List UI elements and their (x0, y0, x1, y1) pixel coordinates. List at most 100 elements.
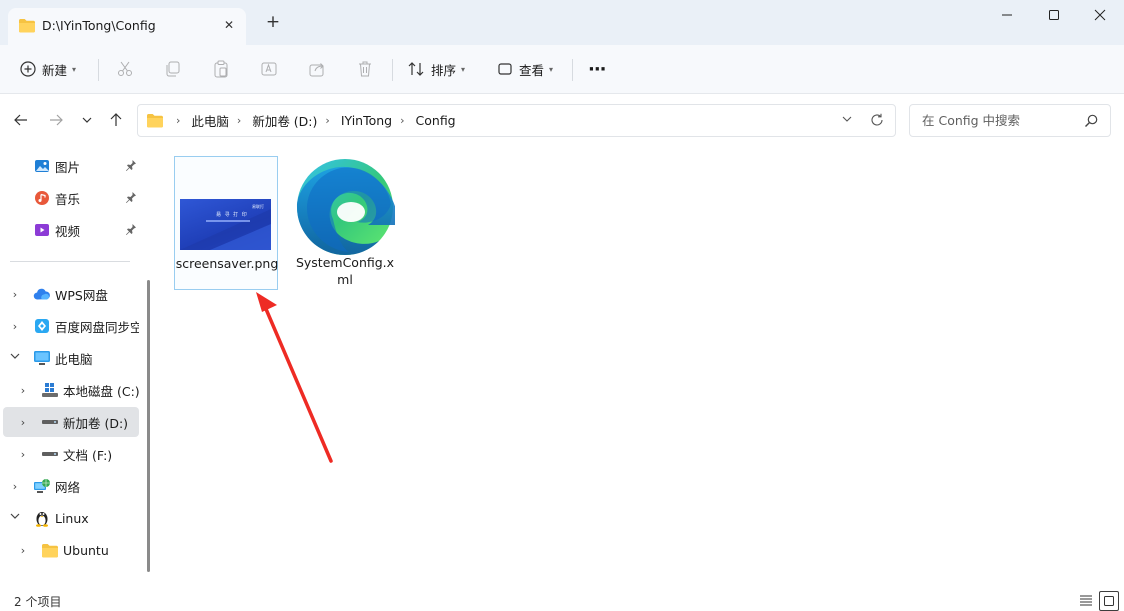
search-input[interactable] (920, 112, 1084, 129)
view-icon (498, 63, 512, 75)
minimize-button[interactable] (984, 0, 1030, 30)
new-tab-button[interactable]: + (262, 12, 284, 34)
folder-icon (18, 18, 36, 36)
pin-icon[interactable] (125, 223, 137, 238)
sidebar-item-network[interactable]: › 网络 (3, 471, 139, 501)
copy-icon (166, 61, 180, 77)
command-bar: 新建 ▾ 排序 ▾ 查看 ▾ ··· (0, 45, 1124, 94)
folder-icon (41, 541, 59, 559)
item-count: 2 个项目 (14, 595, 62, 609)
more-options-button[interactable]: ··· (588, 53, 606, 85)
divider (392, 59, 393, 81)
sidebar-item-baidu-sync[interactable]: › 百度网盘同步空 (3, 311, 139, 341)
linux-penguin-icon (33, 509, 51, 527)
sidebar-item-videos[interactable]: 视频 (3, 215, 139, 245)
sidebar-item-label: 新加卷 (D:) (63, 415, 129, 431)
sidebar-item-drive-d[interactable]: › 新加卷 (D:) (3, 407, 139, 437)
chevron-right-icon[interactable]: › (17, 416, 29, 429)
chevron-down-icon[interactable] (9, 511, 21, 524)
cloud-icon (33, 285, 51, 303)
file-item-systemconfig[interactable]: SystemConfig.xml (293, 156, 398, 290)
sidebar-item-wps-drive[interactable]: › WPS网盘 (3, 279, 139, 309)
chevron-right-icon[interactable]: › (9, 320, 21, 333)
recent-locations-button[interactable] (75, 108, 99, 132)
sidebar-item-label: Linux (55, 510, 89, 526)
search-icon[interactable] (1084, 114, 1098, 131)
chevron-right-icon[interactable]: › (325, 114, 329, 127)
back-button[interactable] (9, 108, 33, 132)
sidebar-item-label: 此电脑 (55, 351, 93, 367)
arrow-right-icon (50, 114, 63, 126)
chevron-right-icon[interactable]: › (9, 288, 21, 301)
close-window-button[interactable] (1077, 0, 1123, 30)
thumbnail-logo-text: 易联打 (252, 204, 264, 209)
file-item-screensaver[interactable]: 易联打 易 寻 打 印 screensaver.png (174, 156, 278, 290)
close-tab-icon[interactable]: ✕ (218, 14, 240, 36)
breadcrumb-drive-d[interactable]: 新加卷 (D:) (250, 111, 319, 130)
network-icon (33, 477, 51, 495)
cut-button[interactable] (116, 53, 134, 85)
address-bar[interactable]: › 此电脑 › 新加卷 (D:) › IYinTong › Config (137, 104, 896, 137)
this-pc-icon (33, 349, 51, 367)
breadcrumb-this-pc[interactable]: 此电脑 (189, 111, 231, 130)
paste-icon (214, 60, 228, 78)
chevron-right-icon[interactable]: › (400, 114, 404, 127)
chevron-right-icon[interactable]: › (237, 114, 241, 127)
file-name: screensaver.png (175, 256, 279, 271)
thumbnail-title-text: 易 寻 打 印 (216, 212, 248, 218)
rename-icon (261, 62, 277, 76)
windows-drive-icon (41, 381, 59, 399)
sidebar-item-drive-c[interactable]: › 本地磁盘 (C:) (3, 375, 140, 405)
drive-icon (41, 445, 59, 463)
forward-button[interactable] (44, 108, 68, 132)
add-circle-icon (20, 61, 36, 77)
breadcrumb: › 此电脑 › 新加卷 (D:) › IYinTong › Config (146, 105, 458, 136)
minimize-icon (1002, 14, 1012, 16)
chevron-right-icon[interactable]: › (17, 448, 29, 461)
chevron-right-icon[interactable]: › (17, 544, 29, 557)
details-view-icon[interactable] (1079, 594, 1093, 609)
sort-icon (408, 62, 424, 76)
copy-button[interactable] (164, 53, 182, 85)
sidebar-item-this-pc[interactable]: 此电脑 (3, 343, 139, 373)
pin-icon[interactable] (125, 191, 137, 206)
maximize-button[interactable] (1031, 0, 1077, 30)
chevron-right-icon[interactable]: › (176, 114, 180, 127)
sidebar-item-label: 图片 (55, 159, 81, 175)
pin-icon[interactable] (125, 159, 137, 174)
sidebar-item-label: Ubuntu (63, 542, 109, 558)
refresh-icon[interactable] (869, 112, 885, 131)
sidebar-item-music[interactable]: 音乐 (3, 183, 139, 213)
paste-button[interactable] (212, 53, 230, 85)
search-box[interactable] (909, 104, 1111, 137)
arrow-up-icon (110, 113, 122, 126)
sidebar-item-linux[interactable]: Linux (3, 503, 139, 533)
rename-button[interactable] (260, 53, 278, 85)
sidebar-item-ubuntu[interactable]: › Ubuntu (3, 535, 139, 565)
sidebar-item-drive-f[interactable]: › 文档 (F:) (3, 439, 139, 469)
sidebar-item-pictures[interactable]: 图片 (3, 151, 139, 181)
sidebar-item-label: 文档 (F:) (63, 447, 113, 463)
chevron-down-icon[interactable] (9, 351, 21, 364)
navigation-pane: 图片 音乐 视频 › WPS网盘 › 百度网盘同步空 此电脑 › 本地磁盘 (C… (0, 150, 156, 590)
tab-config[interactable]: D:\IYinTong\Config ✕ (8, 8, 246, 45)
music-icon (33, 189, 51, 207)
chevron-right-icon[interactable]: › (9, 480, 21, 493)
sidebar-scrollbar[interactable] (147, 280, 150, 572)
breadcrumb-iyintong[interactable]: IYinTong (339, 113, 394, 128)
up-button[interactable] (104, 108, 128, 132)
new-button[interactable]: 新建 ▾ (20, 53, 76, 85)
delete-button[interactable] (356, 53, 374, 85)
large-icons-view-icon[interactable] (1099, 591, 1119, 611)
breadcrumb-config[interactable]: Config (414, 113, 458, 128)
baidu-sync-icon (33, 317, 51, 335)
share-button[interactable] (308, 53, 326, 85)
sort-button[interactable]: 排序 ▾ (407, 53, 465, 85)
arrow-left-icon (14, 114, 27, 126)
chevron-right-icon[interactable]: › (17, 384, 29, 397)
view-button[interactable]: 查看 ▾ (497, 53, 553, 85)
edge-icon (295, 157, 398, 260)
sort-button-label: 排序 (431, 62, 457, 78)
sidebar-item-label: 网络 (55, 479, 81, 495)
address-history-icon[interactable] (841, 113, 853, 128)
